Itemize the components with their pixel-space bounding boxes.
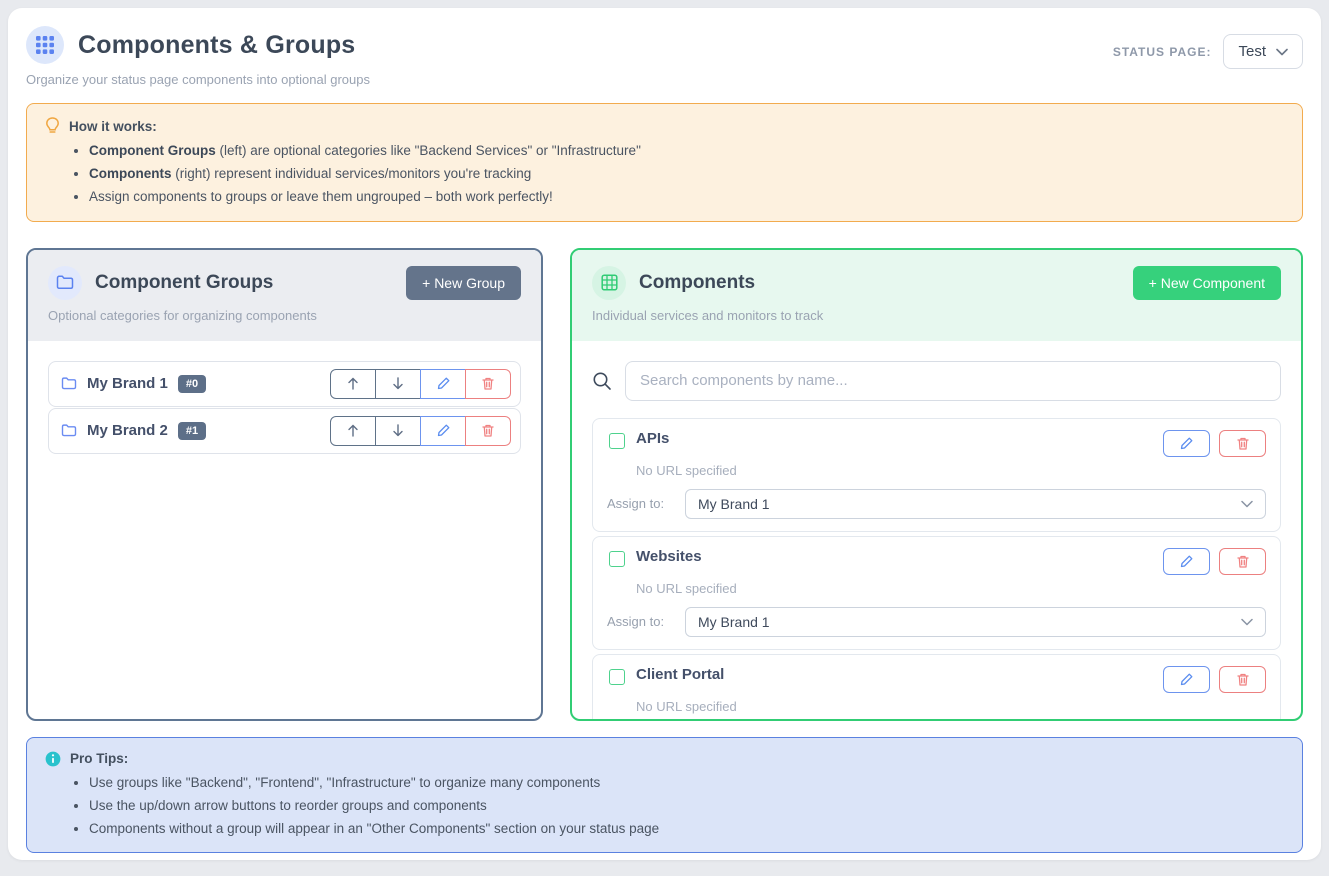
pro-tips-title: Pro Tips:: [70, 751, 128, 766]
trash-icon: [1237, 437, 1249, 450]
arrow-up-icon: [347, 424, 359, 437]
table-grid-icon: [592, 266, 626, 300]
pro-tips-list: Use groups like "Backend", "Frontend", "…: [89, 774, 1284, 839]
assign-to-label: Assign to:: [607, 614, 669, 629]
edit-component-button[interactable]: [1163, 666, 1210, 693]
page-card: Components & Groups Organize your status…: [8, 8, 1321, 860]
chevron-down-icon: [1241, 500, 1253, 508]
how-it-works-item: Component Groups (left) are optional cat…: [89, 142, 1284, 160]
pencil-icon: [1180, 437, 1193, 450]
status-page-label: STATUS PAGE:: [1113, 45, 1212, 59]
delete-component-button[interactable]: [1219, 548, 1266, 575]
move-down-button[interactable]: [375, 369, 421, 399]
folder-icon: [48, 266, 82, 300]
new-group-button[interactable]: + New Group: [406, 266, 521, 300]
group-row: My Brand 2 #1: [48, 408, 521, 454]
assign-to-label: Assign to:: [607, 496, 669, 511]
status-page-select[interactable]: Test: [1223, 34, 1303, 69]
edit-component-button[interactable]: [1163, 548, 1210, 575]
component-name: APIs: [636, 430, 669, 447]
new-component-button[interactable]: + New Component: [1133, 266, 1281, 300]
search-icon: [592, 371, 612, 391]
trash-icon: [482, 377, 494, 390]
component-card: Client Portal No URL specified Assign to…: [592, 654, 1281, 721]
pro-tips-item: Use the up/down arrow buttons to reorder…: [89, 797, 1284, 815]
edit-group-button[interactable]: [420, 416, 466, 446]
components-grid-icon: [26, 26, 64, 64]
groups-panel-subtitle: Optional categories for organizing compo…: [48, 308, 521, 323]
chevron-down-icon: [1276, 48, 1288, 56]
groups-panel-title: Component Groups: [95, 272, 393, 294]
group-order-badge: #1: [178, 422, 206, 440]
component-name: Client Portal: [636, 666, 724, 683]
folder-icon: [61, 424, 77, 437]
components-panel-title: Components: [639, 272, 1120, 294]
component-card: Websites No URL specified Assign to: My …: [592, 536, 1281, 650]
pro-tips-box: Pro Tips: Use groups like "Backend", "Fr…: [26, 737, 1303, 854]
components-header: Components + New Component Individual se…: [572, 250, 1301, 341]
page-title: Components & Groups: [78, 31, 355, 60]
component-groups-header: Component Groups + New Group Optional ca…: [28, 250, 541, 341]
delete-group-button[interactable]: [465, 416, 511, 446]
folder-icon: [61, 377, 77, 390]
how-it-works-item: Components (right) represent individual …: [89, 165, 1284, 183]
page-subtitle: Organize your status page components int…: [26, 72, 370, 87]
group-actions: [330, 416, 511, 446]
arrow-up-icon: [347, 377, 359, 390]
how-it-works-item: Assign components to groups or leave the…: [89, 188, 1284, 206]
chevron-down-icon: [1241, 618, 1253, 626]
arrow-down-icon: [392, 377, 404, 390]
components-panel: Components + New Component Individual se…: [570, 248, 1303, 721]
pencil-icon: [437, 424, 450, 437]
component-name: Websites: [636, 548, 702, 565]
group-actions: [330, 369, 511, 399]
group-order-badge: #0: [178, 375, 206, 393]
pro-tips-item: Use groups like "Backend", "Frontend", "…: [89, 774, 1284, 792]
how-it-works-list: Component Groups (left) are optional cat…: [89, 142, 1284, 207]
move-down-button[interactable]: [375, 416, 421, 446]
component-card: APIs No URL specified Assign to: My Bran…: [592, 418, 1281, 532]
groups-list: My Brand 1 #0 My Brand 2 #1: [28, 341, 541, 475]
group-name: My Brand 2: [87, 422, 168, 439]
edit-group-button[interactable]: [420, 369, 466, 399]
arrow-down-icon: [392, 424, 404, 437]
component-url-status: No URL specified: [636, 699, 1266, 714]
component-url-status: No URL specified: [636, 463, 1266, 478]
group-name: My Brand 1: [87, 375, 168, 392]
move-up-button[interactable]: [330, 369, 376, 399]
assign-group-value: My Brand 1: [698, 496, 770, 512]
delete-group-button[interactable]: [465, 369, 511, 399]
delete-component-button[interactable]: [1219, 430, 1266, 457]
pencil-icon: [437, 377, 450, 390]
page-header: Components & Groups Organize your status…: [26, 26, 1303, 87]
assign-group-value: My Brand 1: [698, 614, 770, 630]
lightbulb-icon: [45, 117, 60, 135]
trash-icon: [1237, 673, 1249, 686]
group-row: My Brand 1 #0: [48, 361, 521, 407]
trash-icon: [1237, 555, 1249, 568]
component-groups-panel: Component Groups + New Group Optional ca…: [26, 248, 543, 721]
how-it-works-title: How it works:: [69, 119, 157, 134]
trash-icon: [482, 424, 494, 437]
component-checkbox[interactable]: [609, 669, 625, 685]
how-it-works-box: How it works: Component Groups (left) ar…: [26, 103, 1303, 222]
search-components-input[interactable]: [625, 361, 1281, 401]
pencil-icon: [1180, 555, 1193, 568]
components-panel-subtitle: Individual services and monitors to trac…: [592, 308, 1281, 323]
assign-group-select[interactable]: My Brand 1: [685, 489, 1266, 519]
assign-group-select[interactable]: My Brand 1: [685, 607, 1266, 637]
component-url-status: No URL specified: [636, 581, 1266, 596]
pro-tips-item: Components without a group will appear i…: [89, 820, 1284, 838]
status-page-select-value: Test: [1238, 43, 1266, 60]
info-icon: [45, 751, 61, 767]
edit-component-button[interactable]: [1163, 430, 1210, 457]
delete-component-button[interactable]: [1219, 666, 1266, 693]
component-checkbox[interactable]: [609, 551, 625, 567]
move-up-button[interactable]: [330, 416, 376, 446]
component-checkbox[interactable]: [609, 433, 625, 449]
pencil-icon: [1180, 673, 1193, 686]
